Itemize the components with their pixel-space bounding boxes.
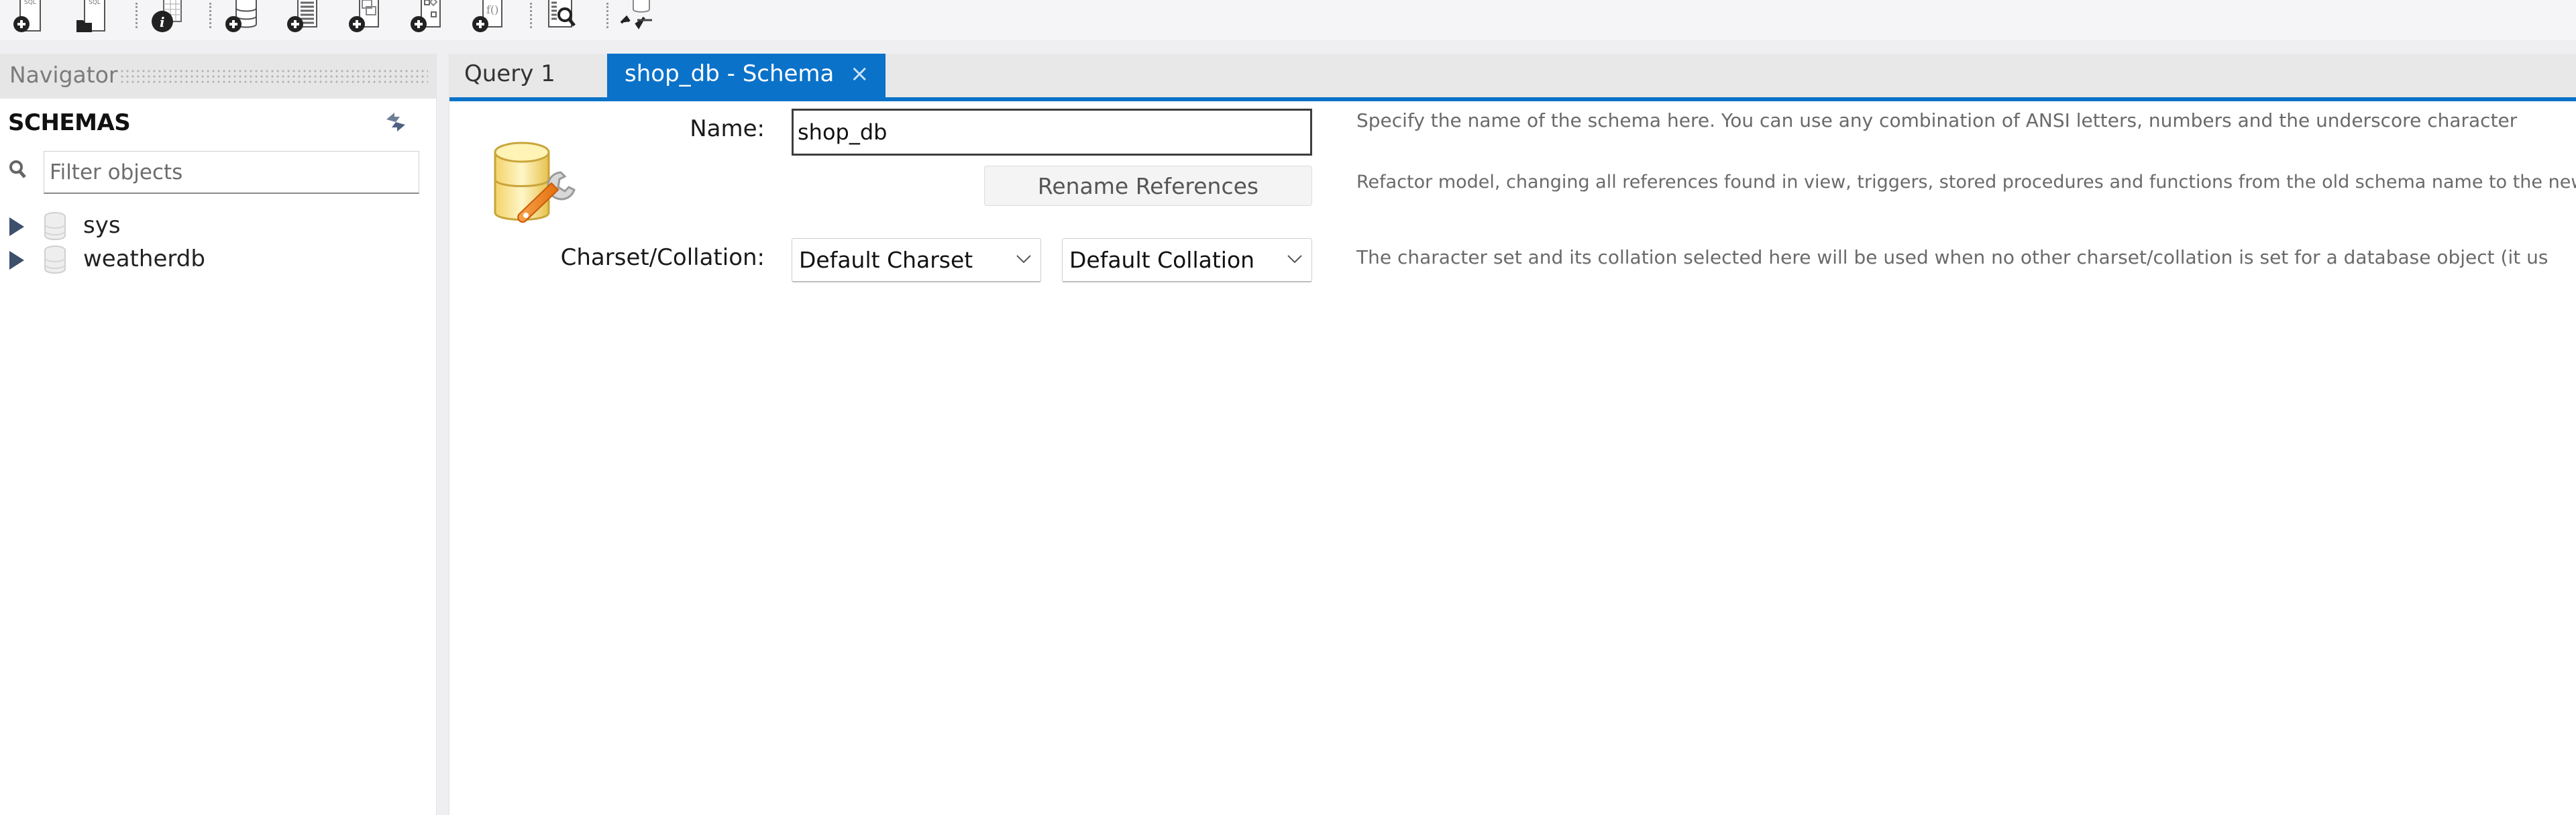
tab-shop-db-schema[interactable]: shop_db - Schema ×: [607, 54, 885, 97]
create-function-icon[interactable]: f(): [468, 0, 508, 35]
main-toolbar: SQL SQL i f(): [0, 0, 2576, 40]
toolbar-separator: [530, 3, 532, 28]
charset-select-value: Default Charset: [799, 247, 973, 273]
database-icon: [44, 212, 66, 240]
refresh-icon[interactable]: [382, 110, 409, 134]
charset-description: The character set and its collation sele…: [1356, 246, 2548, 268]
collation-select-value: Default Collation: [1069, 247, 1255, 273]
expand-arrow-icon[interactable]: [9, 217, 24, 236]
create-view-icon[interactable]: [345, 0, 385, 35]
toolbar-separator: [209, 3, 211, 28]
chevron-down-icon: [1016, 255, 1031, 264]
svg-text:SQL: SQL: [89, 0, 101, 6]
schemas-section-title: SCHEMAS: [8, 109, 131, 136]
expand-arrow-icon[interactable]: [9, 251, 24, 270]
name-description: Specify the name of the schema here. You…: [1356, 109, 2518, 131]
create-schema-icon[interactable]: [221, 0, 262, 35]
database-icon: [44, 246, 66, 274]
chevron-down-icon: [1287, 255, 1302, 264]
svg-text:f(): f(): [486, 3, 498, 16]
toolbar-separator: [606, 3, 608, 28]
schema-name-input[interactable]: [792, 109, 1312, 156]
schema-tree-item-sys[interactable]: sys: [0, 211, 429, 243]
svg-text:i: i: [160, 14, 165, 30]
create-table-icon[interactable]: [283, 0, 323, 35]
schema-name: weatherdb: [83, 246, 205, 272]
name-label: Name:: [690, 115, 765, 142]
navigator-drag-grip[interactable]: [119, 68, 428, 85]
tab-label: Query 1: [464, 60, 555, 87]
svg-text:SQL: SQL: [24, 0, 36, 6]
toolbar-separator: [136, 3, 138, 28]
rename-description: Refactor model, changing all references …: [1356, 172, 2576, 193]
close-tab-icon[interactable]: ×: [850, 60, 869, 87]
toolbar-bottom-band: [0, 40, 2576, 54]
schema-name: sys: [83, 212, 121, 239]
schema-database-wrench-icon: [494, 142, 576, 223]
open-sql-script-icon[interactable]: SQL: [72, 0, 113, 35]
new-sql-tab-icon[interactable]: SQL: [9, 0, 50, 35]
navigator-title: Navigator: [9, 62, 118, 88]
tab-label: shop_db - Schema: [625, 60, 835, 87]
object-info-icon[interactable]: i: [149, 0, 189, 35]
schema-tree-item-weatherdb[interactable]: weatherdb: [0, 244, 429, 276]
panel-splitter[interactable]: [436, 54, 449, 815]
create-procedure-icon[interactable]: [407, 0, 447, 35]
filter-objects-input[interactable]: [44, 151, 419, 194]
schema-editor: [449, 101, 2576, 815]
charset-collation-label: Charset/Collation:: [560, 244, 765, 271]
search-icon: [9, 160, 26, 178]
navigator-panel: [0, 99, 436, 815]
collation-select[interactable]: Default Collation: [1062, 238, 1312, 282]
search-table-data-icon[interactable]: [542, 0, 582, 35]
charset-select[interactable]: Default Charset: [792, 238, 1041, 282]
tab-query-1[interactable]: Query 1: [449, 54, 607, 97]
rename-references-button[interactable]: Rename References: [984, 166, 1312, 206]
reconnect-icon[interactable]: [617, 0, 657, 35]
